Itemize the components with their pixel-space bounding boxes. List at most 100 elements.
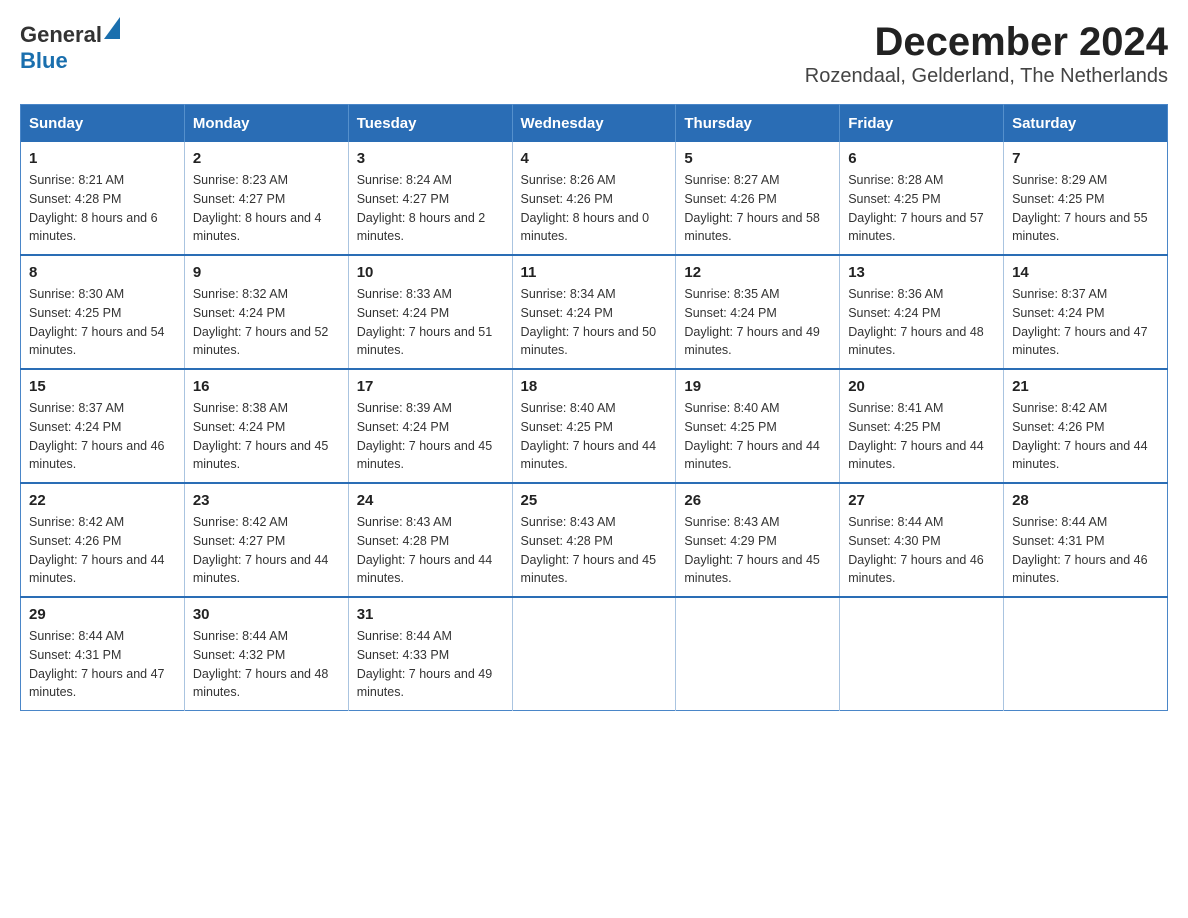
calendar-cell: 21Sunrise: 8:42 AMSunset: 4:26 PMDayligh… <box>1004 369 1168 483</box>
day-number: 11 <box>521 264 668 281</box>
week-row-1: 1 Sunrise: 8:21 AMSunset: 4:28 PMDaylight… <box>21 142 1168 255</box>
calendar-cell: 31Sunrise: 8:44 AMSunset: 4:33 PMDayligh… <box>348 597 512 711</box>
day-info: Sunrise: 8:44 AMSunset: 4:31 PMDaylight:… <box>1012 513 1159 588</box>
col-header-friday: Friday <box>840 105 1004 143</box>
day-info: Sunrise: 8:40 AMSunset: 4:25 PMDaylight:… <box>521 399 668 474</box>
day-number: 23 <box>193 492 340 509</box>
calendar-cell: 9 Sunrise: 8:32 AMSunset: 4:24 PMDaylight… <box>184 255 348 369</box>
calendar-cell <box>512 597 676 711</box>
calendar-cell: 3Sunrise: 8:24 AMSunset: 4:27 PMDaylight… <box>348 142 512 255</box>
page-subtitle: Rozendaal, Gelderland, The Netherlands <box>805 65 1168 88</box>
day-number: 19 <box>684 378 831 395</box>
col-header-thursday: Thursday <box>676 105 840 143</box>
calendar-cell: 17Sunrise: 8:39 AMSunset: 4:24 PMDayligh… <box>348 369 512 483</box>
calendar-header: SundayMondayTuesdayWednesdayThursdayFrid… <box>21 105 1168 143</box>
day-number: 27 <box>848 492 995 509</box>
day-info: Sunrise: 8:43 AMSunset: 4:28 PMDaylight:… <box>521 513 668 588</box>
page-title: December 2024 <box>805 20 1168 65</box>
header-row: SundayMondayTuesdayWednesdayThursdayFrid… <box>21 105 1168 143</box>
calendar-cell: 16 Sunrise: 8:38 AMSunset: 4:24 PMDayligh… <box>184 369 348 483</box>
day-number: 28 <box>1012 492 1159 509</box>
day-number: 8 <box>29 264 176 281</box>
logo-text: General Blue <box>20 20 120 74</box>
day-info: Sunrise: 8:40 AMSunset: 4:25 PMDaylight:… <box>684 399 831 474</box>
day-info: Sunrise: 8:36 AMSunset: 4:24 PMDaylight:… <box>848 285 995 360</box>
logo-blue: Blue <box>20 48 68 73</box>
col-header-sunday: Sunday <box>21 105 185 143</box>
calendar-cell: 29 Sunrise: 8:44 AMSunset: 4:31 PMDayligh… <box>21 597 185 711</box>
day-info: Sunrise: 8:37 AMSunset: 4:24 PMDaylight:… <box>29 399 176 474</box>
day-number: 24 <box>357 492 504 509</box>
calendar-cell: 19 Sunrise: 8:40 AMSunset: 4:25 PMDayligh… <box>676 369 840 483</box>
calendar-cell: 25 Sunrise: 8:43 AMSunset: 4:28 PMDayligh… <box>512 483 676 597</box>
day-info: Sunrise: 8:42 AMSunset: 4:27 PMDaylight:… <box>193 513 340 588</box>
day-number: 5 <box>684 150 831 167</box>
day-number: 6 <box>848 150 995 167</box>
calendar-cell <box>1004 597 1168 711</box>
day-info: Sunrise: 8:29 AMSunset: 4:25 PMDaylight:… <box>1012 171 1159 246</box>
day-info: Sunrise: 8:30 AMSunset: 4:25 PMDaylight:… <box>29 285 176 360</box>
calendar-cell: 26 Sunrise: 8:43 AMSunset: 4:29 PMDayligh… <box>676 483 840 597</box>
week-row-2: 8 Sunrise: 8:30 AMSunset: 4:25 PMDaylight… <box>21 255 1168 369</box>
day-info: Sunrise: 8:39 AMSunset: 4:24 PMDaylight:… <box>357 399 504 474</box>
calendar-cell: 7 Sunrise: 8:29 AMSunset: 4:25 PMDaylight… <box>1004 142 1168 255</box>
day-number: 25 <box>521 492 668 509</box>
day-info: Sunrise: 8:32 AMSunset: 4:24 PMDaylight:… <box>193 285 340 360</box>
day-info: Sunrise: 8:44 AMSunset: 4:30 PMDaylight:… <box>848 513 995 588</box>
day-info: Sunrise: 8:43 AMSunset: 4:28 PMDaylight:… <box>357 513 504 588</box>
day-number: 13 <box>848 264 995 281</box>
calendar-cell <box>840 597 1004 711</box>
logo-arrow-icon <box>104 17 120 39</box>
day-number: 16 <box>193 378 340 395</box>
calendar-cell: 15 Sunrise: 8:37 AMSunset: 4:24 PMDayligh… <box>21 369 185 483</box>
day-number: 9 <box>193 264 340 281</box>
day-info: Sunrise: 8:42 AMSunset: 4:26 PMDaylight:… <box>1012 399 1159 474</box>
day-info: Sunrise: 8:42 AMSunset: 4:26 PMDaylight:… <box>29 513 176 588</box>
col-header-wednesday: Wednesday <box>512 105 676 143</box>
day-number: 29 <box>29 606 176 623</box>
day-number: 30 <box>193 606 340 623</box>
day-info: Sunrise: 8:44 AMSunset: 4:31 PMDaylight:… <box>29 627 176 702</box>
day-number: 15 <box>29 378 176 395</box>
day-number: 31 <box>357 606 504 623</box>
calendar-cell: 18Sunrise: 8:40 AMSunset: 4:25 PMDayligh… <box>512 369 676 483</box>
day-info: Sunrise: 8:23 AMSunset: 4:27 PMDaylight:… <box>193 171 340 246</box>
day-number: 4 <box>521 150 668 167</box>
day-info: Sunrise: 8:37 AMSunset: 4:24 PMDaylight:… <box>1012 285 1159 360</box>
calendar-cell: 5Sunrise: 8:27 AMSunset: 4:26 PMDaylight… <box>676 142 840 255</box>
day-number: 14 <box>1012 264 1159 281</box>
day-info: Sunrise: 8:35 AMSunset: 4:24 PMDaylight:… <box>684 285 831 360</box>
title-block: December 2024 Rozendaal, Gelderland, The… <box>805 20 1168 88</box>
calendar-cell: 24 Sunrise: 8:43 AMSunset: 4:28 PMDayligh… <box>348 483 512 597</box>
calendar-cell: 11Sunrise: 8:34 AMSunset: 4:24 PMDayligh… <box>512 255 676 369</box>
day-info: Sunrise: 8:44 AMSunset: 4:32 PMDaylight:… <box>193 627 340 702</box>
day-number: 12 <box>684 264 831 281</box>
day-number: 1 <box>29 150 176 167</box>
calendar-cell: 6Sunrise: 8:28 AMSunset: 4:25 PMDaylight… <box>840 142 1004 255</box>
col-header-saturday: Saturday <box>1004 105 1168 143</box>
calendar-cell: 13 Sunrise: 8:36 AMSunset: 4:24 PMDayligh… <box>840 255 1004 369</box>
day-number: 10 <box>357 264 504 281</box>
calendar-cell: 2Sunrise: 8:23 AMSunset: 4:27 PMDaylight… <box>184 142 348 255</box>
day-info: Sunrise: 8:38 AMSunset: 4:24 PMDaylight:… <box>193 399 340 474</box>
day-info: Sunrise: 8:26 AMSunset: 4:26 PMDaylight:… <box>521 171 668 246</box>
day-info: Sunrise: 8:24 AMSunset: 4:27 PMDaylight:… <box>357 171 504 246</box>
page-header: General Blue December 2024 Rozendaal, Ge… <box>20 20 1168 88</box>
calendar-cell: 1 Sunrise: 8:21 AMSunset: 4:28 PMDaylight… <box>21 142 185 255</box>
calendar-cell: 10Sunrise: 8:33 AMSunset: 4:24 PMDayligh… <box>348 255 512 369</box>
day-info: Sunrise: 8:21 AMSunset: 4:28 PMDaylight:… <box>29 171 176 246</box>
calendar-cell: 8 Sunrise: 8:30 AMSunset: 4:25 PMDaylight… <box>21 255 185 369</box>
calendar-cell <box>676 597 840 711</box>
calendar-cell: 22 Sunrise: 8:42 AMSunset: 4:26 PMDayligh… <box>21 483 185 597</box>
day-number: 22 <box>29 492 176 509</box>
calendar-cell: 28 Sunrise: 8:44 AMSunset: 4:31 PMDayligh… <box>1004 483 1168 597</box>
day-number: 26 <box>684 492 831 509</box>
day-info: Sunrise: 8:43 AMSunset: 4:29 PMDaylight:… <box>684 513 831 588</box>
calendar-cell: 23 Sunrise: 8:42 AMSunset: 4:27 PMDayligh… <box>184 483 348 597</box>
calendar-cell: 30 Sunrise: 8:44 AMSunset: 4:32 PMDayligh… <box>184 597 348 711</box>
logo: General Blue <box>20 20 120 74</box>
calendar-body: 1 Sunrise: 8:21 AMSunset: 4:28 PMDaylight… <box>21 142 1168 711</box>
calendar-cell: 27 Sunrise: 8:44 AMSunset: 4:30 PMDayligh… <box>840 483 1004 597</box>
day-number: 7 <box>1012 150 1159 167</box>
col-header-monday: Monday <box>184 105 348 143</box>
